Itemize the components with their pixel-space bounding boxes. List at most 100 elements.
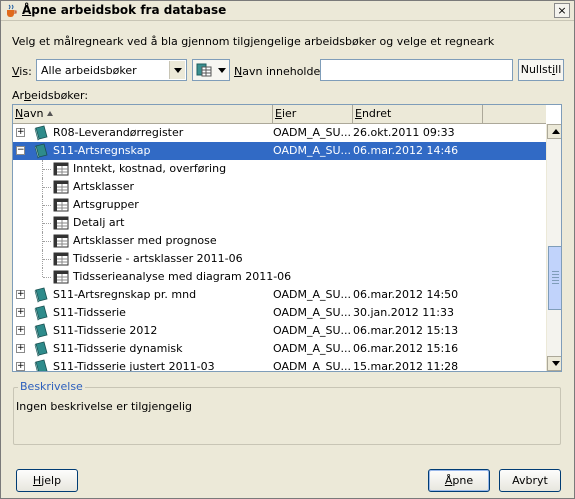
workbook-book-icon (34, 341, 48, 357)
tree-connector-line (43, 169, 51, 170)
worksheet-row[interactable]: Artsklasser med prognose (13, 232, 546, 250)
help-button[interactable]: Hjelp (16, 469, 78, 492)
tree-connector-line (43, 187, 51, 188)
workbook-book-icon (34, 125, 48, 141)
worksheet-row[interactable]: Artsgrupper (13, 196, 546, 214)
worksheet-grid-icon (53, 162, 69, 176)
java-coffee-icon (7, 4, 17, 17)
scroll-up-button[interactable] (547, 124, 561, 139)
expand-icon[interactable]: + (16, 326, 25, 335)
workbook-changed: 26.okt.2011 09:33 (353, 126, 455, 139)
instruction-text: Velg et målregneark ved å bla gjennom ti… (12, 35, 495, 48)
workbook-book-icon (34, 359, 48, 371)
scroll-down-button[interactable] (547, 356, 561, 371)
column-header-owner[interactable]: Eier (273, 105, 353, 124)
title-bar: Åpne arbeidsbok fra database × (1, 1, 574, 21)
vis-dropdown[interactable]: Alle arbeidsbøker (36, 59, 187, 81)
worksheet-name: Artsklasser med prognose (73, 234, 217, 247)
close-button[interactable]: × (554, 3, 570, 18)
description-text: Ingen beskrivelse er tilgjengelig (16, 400, 193, 413)
description-legend: Beskrivelse (18, 380, 85, 393)
tree-connector-line (43, 205, 51, 206)
column-header-name[interactable]: Navn (13, 105, 273, 124)
workbook-owner: OADM_A_SU... (273, 144, 351, 157)
workbooks-label: Arbeidsbøker: (12, 89, 89, 102)
chevron-down-icon (218, 68, 226, 73)
tree-connector-line (43, 259, 51, 260)
expand-icon[interactable]: + (16, 362, 25, 371)
chevron-down-icon[interactable] (169, 61, 185, 79)
window-title: Åpne arbeidsbok fra database (22, 3, 227, 17)
reset-button[interactable]: Nullstill (518, 59, 564, 81)
workbook-owner: OADM_A_SU... (273, 324, 351, 337)
worksheet-row[interactable]: Tidsserieanalyse med diagram 2011-06 (13, 268, 546, 286)
worksheet-name: Detalj art (73, 216, 125, 229)
table-header: Navn Eier Endret (13, 105, 546, 124)
workbook-row[interactable]: + S11-Tidsserie OADM_A_SU... 30.jan.2012 11… (13, 304, 546, 322)
expand-icon[interactable]: + (16, 290, 25, 299)
worksheet-row[interactable]: Detalj art (13, 214, 546, 232)
name-contains-input[interactable] (320, 59, 513, 81)
workbook-owner: OADM_A_SU... (273, 288, 351, 301)
workbook-changed: 06.mar.2012 14:50 (353, 288, 459, 301)
workbook-name: R08-Leverandørregister (53, 126, 184, 139)
expand-icon[interactable]: + (16, 308, 25, 317)
workbook-changed: 06.mar.2012 15:16 (353, 342, 459, 355)
tree-connector-line (43, 223, 51, 224)
tree-connector-line (43, 241, 51, 242)
worksheet-name: Inntekt, kostnad, overføring (73, 162, 227, 175)
workbook-row[interactable]: + S11-Artsregnskap pr. mnd OADM_A_SU... 06.… (13, 286, 546, 304)
worksheet-grid-icon (53, 216, 69, 230)
view-options-icon (196, 63, 212, 77)
workbook-name: S11-Tidsserie (53, 306, 126, 319)
view-options-button[interactable] (192, 59, 230, 81)
tree-rows: + R08-Leverandørregister OADM_A_SU... 26.ok… (13, 124, 546, 371)
worksheet-name: Artsgrupper (73, 198, 139, 211)
open-workbook-dialog: Åpne arbeidsbok fra database × Velg et m… (0, 0, 575, 499)
workbook-name: S11-Tidsserie 2012 (53, 324, 158, 337)
sort-ascending-icon (47, 111, 54, 116)
workbook-owner: OADM_A_SU... (273, 306, 351, 319)
vertical-scrollbar[interactable] (546, 124, 561, 371)
tree-connector-line (43, 277, 51, 278)
workbook-row[interactable]: + R08-Leverandørregister OADM_A_SU... 26.ok… (13, 124, 546, 142)
vis-label: Vis: (12, 65, 32, 78)
workbook-tree-table: Navn Eier Endret + R08-Leverandørregister… (12, 104, 562, 372)
workbook-changed: 06.mar.2012 15:13 (353, 324, 459, 337)
worksheet-row[interactable]: Tidsserie - artsklasser 2011-06 (13, 250, 546, 268)
workbook-book-icon (34, 305, 48, 321)
vis-dropdown-value: Alle arbeidsbøker (41, 64, 137, 77)
worksheet-row[interactable]: Inntekt, kostnad, overføring (13, 160, 546, 178)
worksheet-name: Artsklasser (73, 180, 135, 193)
worksheet-name: Tidsserie - artsklasser 2011-06 (73, 252, 243, 265)
workbook-name: S11-Artsregnskap pr. mnd (53, 288, 197, 301)
description-panel (13, 387, 561, 445)
worksheet-row[interactable]: Artsklasser (13, 178, 546, 196)
workbook-owner: OADM_A_SU... (273, 360, 351, 371)
worksheet-grid-icon (53, 180, 69, 194)
worksheet-grid-icon (53, 270, 69, 284)
workbook-row[interactable]: + S11-Tidsserie dynamisk OADM_A_SU... 06.ma… (13, 340, 546, 358)
workbook-book-icon (34, 323, 48, 339)
open-button[interactable]: Åpne (428, 469, 490, 492)
worksheet-name: Tidsserieanalyse med diagram 2011-06 (73, 270, 292, 283)
workbook-name: S11-Tidsserie dynamisk (53, 342, 183, 355)
workbook-book-icon (34, 287, 48, 303)
workbook-name: S11-Artsregnskap (53, 144, 151, 157)
workbook-changed: 15.mar.2012 11:28 (353, 360, 459, 371)
worksheet-grid-icon (53, 234, 69, 248)
expand-icon[interactable]: + (16, 128, 25, 137)
workbook-owner: OADM_A_SU... (273, 126, 351, 139)
workbook-row[interactable]: − S11-Artsregnskap OADM_A_SU... 06.mar.2012… (13, 142, 546, 160)
expand-icon[interactable]: + (16, 344, 25, 353)
workbook-name: S11-Tidsserie justert 2011-03 (53, 360, 215, 371)
workbook-book-icon (34, 143, 48, 159)
worksheet-grid-icon (53, 198, 69, 212)
workbook-row[interactable]: + S11-Tidsserie 2012 OADM_A_SU... 06.mar.20… (13, 322, 546, 340)
tree-connector-line (42, 268, 43, 277)
column-header-changed[interactable]: Endret (353, 105, 483, 124)
collapse-icon[interactable]: − (16, 146, 25, 155)
workbook-row[interactable]: + S11-Tidsserie justert 2011-03 OADM_A_SU.… (13, 358, 546, 371)
cancel-button[interactable]: Avbryt (499, 469, 561, 492)
scroll-thumb[interactable] (548, 246, 561, 310)
